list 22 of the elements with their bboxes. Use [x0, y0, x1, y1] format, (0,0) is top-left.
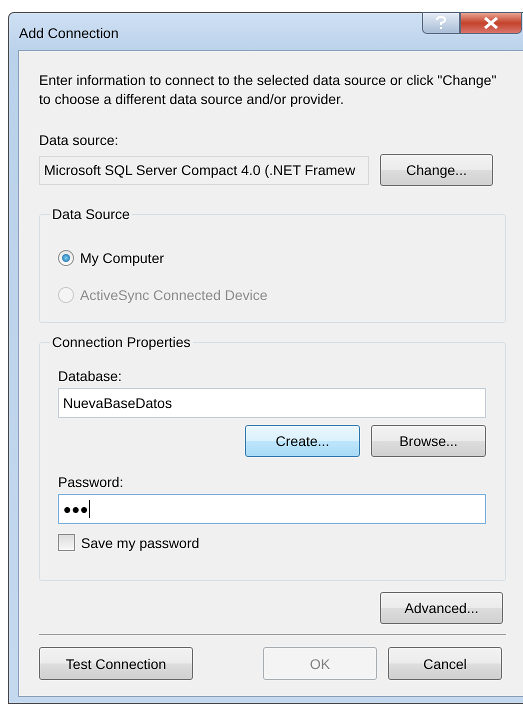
password-label: Password: — [58, 473, 124, 491]
window-title: Add Connection — [18, 24, 119, 40]
change-button[interactable]: Change... — [380, 154, 493, 186]
password-field[interactable]: ●●● — [58, 494, 486, 524]
advanced-button[interactable]: Advanced... — [380, 592, 503, 624]
close-button[interactable] — [460, 12, 522, 34]
checkbox-label[interactable]: Save my password — [81, 534, 200, 550]
action-button[interactable]: Create... — [245, 425, 360, 457]
dialog-button[interactable]: Cancel — [388, 647, 502, 680]
database-label: Database: — [58, 367, 123, 385]
close-icon — [483, 17, 499, 29]
dialog-button[interactable]: Test Connection — [39, 647, 193, 680]
help-button[interactable] — [422, 12, 460, 34]
radio-label[interactable]: My Computer — [80, 250, 164, 266]
action-button[interactable]: Browse... — [371, 425, 486, 457]
checkbox[interactable] — [58, 534, 75, 551]
database-field[interactable]: NuevaBaseDatos — [58, 388, 486, 418]
data-source-label: Data source: — [39, 131, 120, 149]
data-source-field[interactable]: Microsoft SQL Server Compact 4.0 (.NET Framew — [39, 156, 369, 184]
radio-button[interactable] — [58, 250, 74, 266]
description-text: Enter information to connect to the selected data source or click "Change" to choose a different data source and/or provider. — [39, 71, 498, 109]
help-icon — [435, 16, 447, 30]
